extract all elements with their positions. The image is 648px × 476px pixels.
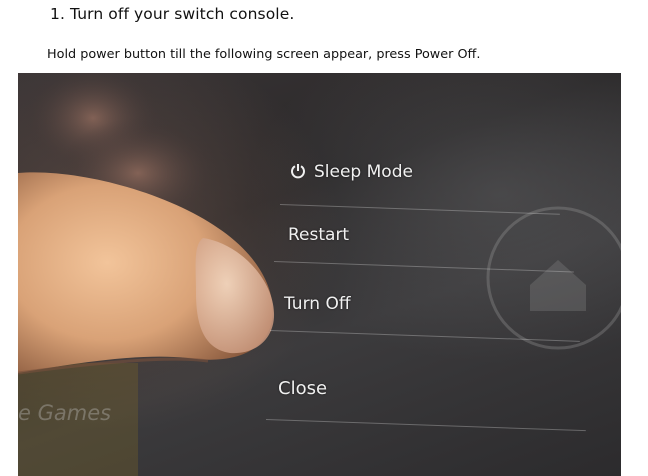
console-photo: Sleep Mode Restart Turn Off Close e Game… [18, 73, 621, 476]
sleep-mode-option[interactable]: Sleep Mode [290, 162, 413, 184]
step-title: 1. Turn off your switch console. [50, 5, 295, 23]
turn-off-option[interactable]: Turn Off [284, 294, 351, 314]
restart-label: Restart [288, 225, 350, 245]
close-label: Close [278, 378, 328, 399]
restart-option[interactable]: Restart [288, 225, 349, 245]
turn-off-label: Turn Off [284, 294, 351, 314]
instruction-text: Hold power button till the following scr… [47, 47, 481, 62]
power-icon [290, 163, 306, 184]
background-games-text: e Games [18, 401, 112, 425]
close-option[interactable]: Close [278, 378, 327, 399]
sleep-mode-label: Sleep Mode [314, 162, 413, 182]
